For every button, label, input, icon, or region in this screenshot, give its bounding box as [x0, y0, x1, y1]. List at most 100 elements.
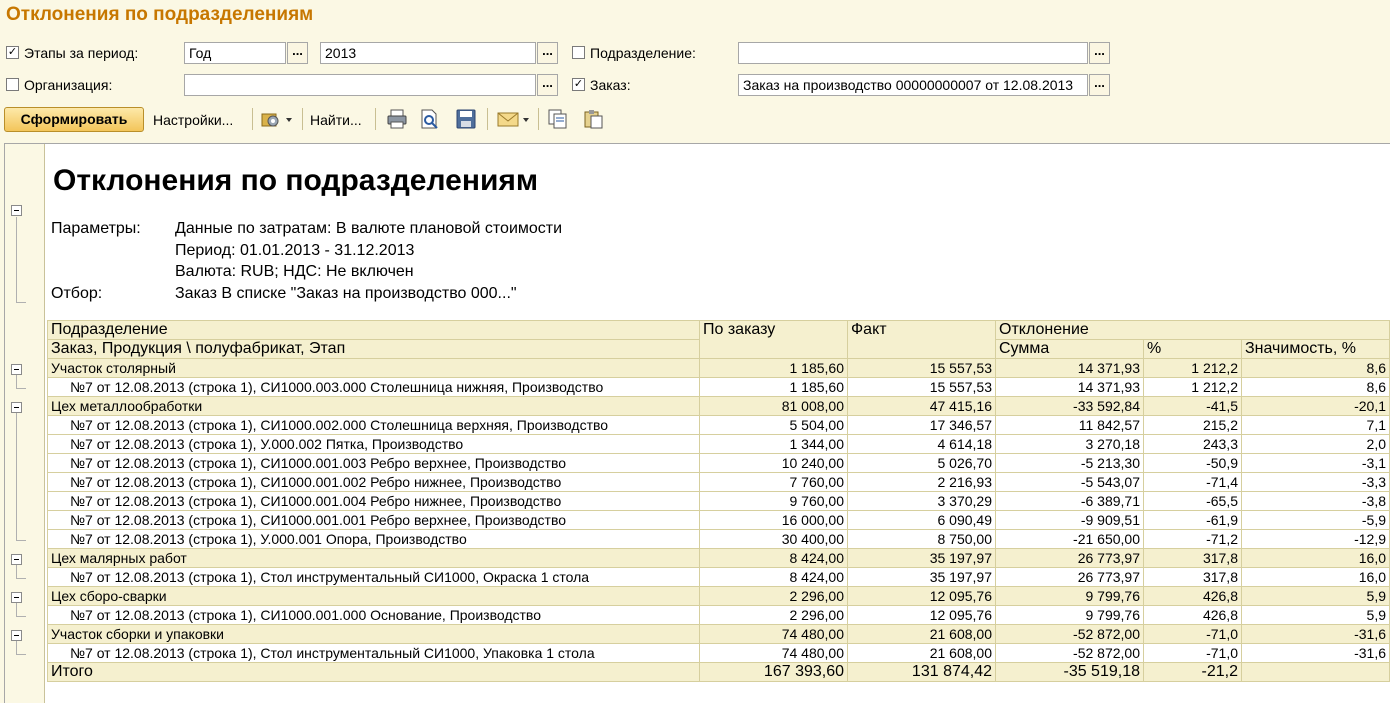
cell-fact: 17 346,57 [847, 415, 996, 435]
cell-significance: -3,1 [1241, 453, 1390, 473]
table-row[interactable]: №7 от 12.08.2013 (строка 1), СИ1000.001.… [47, 510, 1390, 530]
collapse-icon[interactable] [11, 591, 22, 603]
row-name: №7 от 12.08.2013 (строка 1), Стол инстру… [47, 643, 700, 663]
cell-significance: 5,9 [1241, 605, 1390, 625]
param-line: Период: 01.01.2013 - 31.12.2013 [175, 242, 415, 259]
cell-sum: -52 872,00 [995, 643, 1144, 663]
total-by-order: 167 393,60 [699, 662, 848, 682]
table-row[interactable]: №7 от 12.08.2013 (строка 1), СИ1000.001.… [47, 472, 1390, 492]
year-select-button[interactable]: ... [537, 42, 558, 64]
settings-icon[interactable] [260, 108, 292, 130]
print-icon[interactable] [386, 108, 408, 130]
table-row[interactable]: №7 от 12.08.2013 (строка 1), У.000.002 П… [47, 434, 1390, 454]
cell-sum: 26 773,97 [995, 548, 1144, 568]
table-row[interactable]: №7 от 12.08.2013 (строка 1), Стол инстру… [47, 643, 1390, 663]
group-row[interactable]: Цех малярных работ 8 424,00 35 197,97 26 77… [47, 548, 1390, 568]
cell-by-order: 74 480,00 [699, 643, 848, 663]
report-title: Отклонения по подразделениям [53, 164, 539, 197]
cell-percent: -71,0 [1143, 643, 1242, 663]
cell-fact: 15 557,53 [847, 377, 996, 397]
cell-by-order: 9 760,00 [699, 491, 848, 511]
col-fact: Факт [847, 320, 996, 359]
row-name: №7 от 12.08.2013 (строка 1), У.000.001 О… [47, 529, 700, 549]
outline-line [16, 654, 26, 655]
col-sum: Сумма [995, 339, 1144, 359]
cell-significance: -12,9 [1241, 529, 1390, 549]
period-type-field[interactable]: Год [184, 42, 286, 64]
department-checkbox[interactable] [572, 46, 585, 59]
cell-sum: 11 842,57 [995, 415, 1144, 435]
generate-button[interactable]: Сформировать [4, 107, 144, 132]
organization-label: Организация: [24, 77, 113, 93]
cell-fact: 35 197,97 [847, 548, 996, 568]
year-field[interactable]: 2013 [320, 42, 536, 64]
copy-icon[interactable] [546, 108, 568, 130]
cell-percent: 1 212,2 [1143, 377, 1242, 397]
cell-by-order: 30 400,00 [699, 529, 848, 549]
cell-by-order: 2 296,00 [699, 586, 848, 606]
period-type-select-button[interactable]: ... [287, 42, 308, 64]
outline-gutter [5, 144, 45, 703]
col-deviation: Отклонение [995, 320, 1390, 340]
organization-select-button[interactable]: ... [537, 74, 558, 96]
cell-by-order: 1 344,00 [699, 434, 848, 454]
organization-checkbox[interactable] [6, 78, 19, 91]
cell-fact: 5 026,70 [847, 453, 996, 473]
cell-percent: 426,8 [1143, 605, 1242, 625]
department-select-button[interactable]: ... [1089, 42, 1110, 64]
table-row[interactable]: №7 от 12.08.2013 (строка 1), СИ1000.001.… [47, 453, 1390, 473]
group-row[interactable]: Цех сборо-сварки 2 296,00 12 095,76 9 799,7… [47, 586, 1390, 606]
table-row[interactable]: №7 от 12.08.2013 (строка 1), СИ1000.002.… [47, 415, 1390, 435]
collapse-icon[interactable] [11, 401, 22, 413]
find-button[interactable]: Найти... [310, 112, 362, 128]
order-select-button[interactable]: ... [1089, 74, 1110, 96]
order-checkbox[interactable]: ✓ [572, 78, 585, 91]
cell-significance: -31,6 [1241, 643, 1390, 663]
cell-percent: 215,2 [1143, 415, 1242, 435]
cell-sum: 14 371,93 [995, 377, 1144, 397]
total-significance [1241, 662, 1390, 682]
row-name: №7 от 12.08.2013 (строка 1), СИ1000.001.… [47, 510, 700, 530]
organization-field[interactable] [184, 74, 536, 96]
paste-icon[interactable] [582, 108, 604, 130]
stages-checkbox[interactable]: ✓ [6, 46, 19, 59]
row-name: Участок сборки и упаковки [47, 624, 700, 644]
order-field[interactable]: Заказ на производство 00000000007 от 12.… [738, 74, 1088, 96]
cell-significance: -20,1 [1241, 396, 1390, 416]
settings-button[interactable]: Настройки... [153, 112, 233, 128]
table-row[interactable]: №7 от 12.08.2013 (строка 1), СИ1000.003.… [47, 377, 1390, 397]
cell-significance: 8,6 [1241, 377, 1390, 397]
cell-sum: 26 773,97 [995, 567, 1144, 587]
cell-fact: 6 090,49 [847, 510, 996, 530]
outline-line [16, 640, 17, 654]
cell-sum: -9 909,51 [995, 510, 1144, 530]
report-table: Подразделение По заказу Факт Отклонение … [47, 320, 1390, 682]
cell-fact: 8 750,00 [847, 529, 996, 549]
collapse-icon[interactable] [11, 363, 22, 375]
collapse-icon[interactable] [11, 553, 22, 565]
total-row: Итого 167 393,60 131 874,42 -35 519,18 -… [47, 662, 1390, 682]
table-row[interactable]: №7 от 12.08.2013 (строка 1), СИ1000.001.… [47, 491, 1390, 511]
cell-percent: -71,4 [1143, 472, 1242, 492]
save-icon[interactable] [455, 108, 477, 130]
collapse-icon[interactable] [11, 205, 22, 216]
cell-sum: -52 872,00 [995, 624, 1144, 644]
table-row[interactable]: №7 от 12.08.2013 (строка 1), Стол инстру… [47, 567, 1390, 587]
preview-icon[interactable] [418, 108, 440, 130]
group-row[interactable]: Участок столярный 1 185,60 15 557,53 14 371… [47, 358, 1390, 378]
cell-percent: -61,9 [1143, 510, 1242, 530]
group-row[interactable]: Цех металлообработки 81 008,00 47 415,16 -3… [47, 396, 1390, 416]
table-row[interactable]: №7 от 12.08.2013 (строка 1), У.000.001 О… [47, 529, 1390, 549]
department-label: Подразделение: [590, 45, 696, 61]
mail-icon[interactable] [496, 108, 529, 130]
department-field[interactable] [738, 42, 1088, 64]
param-line: Валюта: RUB; НДС: Не включен [175, 263, 414, 280]
cell-sum: 9 799,76 [995, 605, 1144, 625]
order-label: Заказ: [590, 77, 631, 93]
table-row[interactable]: №7 от 12.08.2013 (строка 1), СИ1000.001.… [47, 605, 1390, 625]
row-name: №7 от 12.08.2013 (строка 1), Стол инстру… [47, 567, 700, 587]
cell-fact: 12 095,76 [847, 586, 996, 606]
cell-fact: 21 608,00 [847, 643, 996, 663]
group-row[interactable]: Участок сборки и упаковки 74 480,00 21 608… [47, 624, 1390, 644]
collapse-icon[interactable] [11, 629, 22, 641]
